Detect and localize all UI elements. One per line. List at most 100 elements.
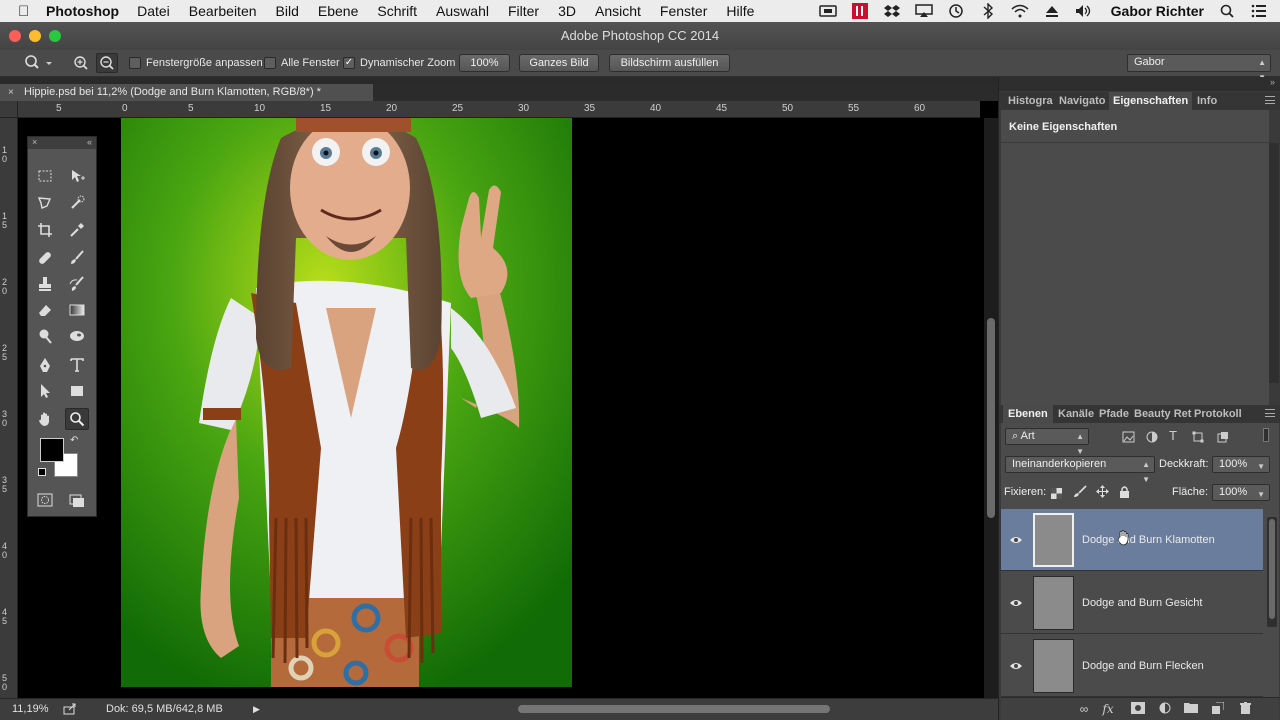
user-name[interactable]: Gabor Richter: [1111, 3, 1204, 19]
apple-icon[interactable]: : [18, 3, 46, 20]
ruler-origin[interactable]: [0, 101, 18, 118]
filter-type-icon[interactable]: T: [1169, 428, 1177, 443]
quick-selection-tool-icon[interactable]: [65, 192, 89, 214]
ruler-left[interactable]: 1 0 1 5 2 0 2 5 3 0 3 5 4 0 4 5 5 0: [0, 118, 18, 698]
layer-name[interactable]: Dodge and Burn Flecken: [1082, 660, 1204, 672]
layer-name[interactable]: Dodge and Burn Gesicht: [1082, 597, 1202, 609]
menu-3d[interactable]: 3D: [558, 3, 576, 19]
tab-histogram[interactable]: Histogra: [1008, 92, 1053, 110]
foreground-color-swatch[interactable]: [40, 438, 64, 462]
history-brush-tool-icon[interactable]: [65, 273, 89, 295]
vertical-scroll-thumb[interactable]: [987, 318, 995, 518]
menu-filter[interactable]: Filter: [508, 3, 539, 19]
screen-mode-icon[interactable]: [65, 489, 89, 511]
quick-mask-icon[interactable]: [33, 489, 57, 511]
filter-shape-icon[interactable]: [1192, 430, 1204, 448]
red-app-icon[interactable]: [851, 3, 869, 19]
tab-info[interactable]: Info: [1197, 92, 1217, 110]
menu-bild[interactable]: Bild: [276, 3, 299, 19]
lasso-tool-icon[interactable]: [33, 192, 57, 214]
lock-position-icon[interactable]: [1096, 485, 1109, 503]
default-colors-icon[interactable]: [38, 468, 46, 476]
crop-tool-icon[interactable]: [33, 219, 57, 241]
canvas-vertical-scrollbar[interactable]: [984, 118, 998, 698]
rectangle-tool-icon[interactable]: [65, 380, 89, 402]
mission-control-icon[interactable]: [818, 4, 837, 18]
lock-all-icon[interactable]: [1119, 485, 1130, 503]
tab-properties[interactable]: Eigenschaften: [1109, 92, 1193, 110]
clone-stamp-tool-icon[interactable]: [33, 273, 57, 295]
link-layers-icon[interactable]: ∞: [1077, 702, 1091, 716]
menu-schrift[interactable]: Schrift: [377, 3, 417, 19]
fill-input[interactable]: 100% ▼: [1212, 484, 1270, 501]
smudge-tool-icon[interactable]: [65, 325, 89, 347]
fit-window-checkbox[interactable]: [129, 57, 141, 69]
all-windows-checkbox[interactable]: [264, 57, 276, 69]
path-selection-tool-icon[interactable]: [33, 380, 57, 402]
dynamic-zoom-checkbox[interactable]: ✓: [343, 57, 355, 69]
healing-brush-tool-icon[interactable]: [33, 247, 57, 269]
type-tool-icon[interactable]: [65, 354, 89, 376]
minimize-window-button[interactable]: [29, 30, 41, 42]
zoom-window-button[interactable]: [49, 30, 61, 42]
layer-row-flecken[interactable]: Dodge and Burn Flecken: [1001, 635, 1263, 697]
zoom-100-button[interactable]: 100%: [459, 54, 510, 72]
adjustment-layer-icon[interactable]: [1158, 702, 1172, 716]
close-window-button[interactable]: [9, 30, 21, 42]
zoom-tool-preset-icon[interactable]: [24, 55, 52, 74]
menu-datei[interactable]: Datei: [137, 3, 170, 19]
new-group-icon[interactable]: [1184, 702, 1198, 716]
bluetooth-icon[interactable]: [979, 3, 997, 19]
tab-history[interactable]: Protokoll: [1194, 405, 1242, 423]
collapse-dock-icon[interactable]: »: [1270, 77, 1275, 87]
new-layer-icon[interactable]: [1211, 701, 1225, 716]
tools-panel-header[interactable]: × «: [28, 137, 96, 149]
zoom-in-icon[interactable]: [73, 55, 89, 74]
layer-style-icon[interactable]: fx: [1101, 702, 1115, 716]
panel-dock-header[interactable]: »: [999, 77, 1280, 91]
menu-ansicht[interactable]: Ansicht: [595, 3, 641, 19]
whole-image-button[interactable]: Ganzes Bild: [519, 54, 599, 72]
menu-ebene[interactable]: Ebene: [318, 3, 358, 19]
ruler-top[interactable]: 5 0 5 10 15 20 25 30 35 40 45 50 55 60: [18, 101, 980, 118]
airplay-icon[interactable]: [914, 4, 933, 18]
tab-channels[interactable]: Kanäle: [1058, 405, 1094, 423]
layer-visibility-eye-icon[interactable]: [1009, 659, 1023, 673]
delete-layer-icon[interactable]: [1238, 702, 1252, 716]
zoom-out-icon[interactable]: [96, 53, 118, 73]
layers-panel-menu-icon[interactable]: [1265, 409, 1275, 417]
opacity-input[interactable]: 100% ▼: [1212, 456, 1270, 473]
layer-name[interactable]: Dodge and Burn Klamotten: [1082, 534, 1215, 546]
eraser-tool-icon[interactable]: [33, 299, 57, 321]
document-image[interactable]: [121, 118, 572, 687]
layers-scroll-thumb[interactable]: [1269, 519, 1275, 619]
layer-row-gesicht[interactable]: Dodge and Burn Gesicht: [1001, 572, 1263, 634]
zoom-level[interactable]: 11,19%: [12, 703, 49, 715]
eyedropper-tool-icon[interactable]: [65, 219, 89, 241]
menu-bearbeiten[interactable]: Bearbeiten: [189, 3, 257, 19]
close-document-icon[interactable]: ×: [8, 84, 14, 101]
collapse-tools-icon[interactable]: «: [87, 137, 92, 147]
gradient-tool-icon[interactable]: [65, 299, 89, 321]
tab-layers[interactable]: Ebenen: [1003, 405, 1053, 423]
volume-icon[interactable]: [1075, 4, 1093, 18]
fill-screen-button[interactable]: Bildschirm ausfüllen: [609, 54, 730, 72]
tab-paths[interactable]: Pfade: [1099, 405, 1129, 423]
filter-toggle-switch[interactable]: [1263, 428, 1269, 442]
layers-scrollbar[interactable]: [1267, 517, 1277, 627]
share-icon[interactable]: [63, 703, 77, 718]
menu-hilfe[interactable]: Hilfe: [726, 3, 754, 19]
dropbox-icon[interactable]: [883, 4, 901, 18]
dodge-tool-icon[interactable]: [33, 325, 57, 347]
lock-image-pixels-icon[interactable]: [1073, 485, 1087, 503]
app-menu[interactable]: Photoshop: [46, 3, 119, 19]
properties-panel-menu-icon[interactable]: [1265, 96, 1275, 104]
layer-visibility-eye-icon[interactable]: [1009, 533, 1023, 547]
rectangular-marquee-tool-icon[interactable]: [33, 165, 57, 187]
tab-navigator[interactable]: Navigato: [1059, 92, 1105, 110]
notification-center-icon[interactable]: [1250, 4, 1268, 18]
filter-pixel-icon[interactable]: [1122, 430, 1135, 448]
layer-filter-select[interactable]: ⌕ Art ▲ ▼: [1005, 428, 1089, 456]
swap-colors-icon[interactable]: ↶: [70, 435, 78, 446]
filter-smart-object-icon[interactable]: [1217, 430, 1229, 448]
